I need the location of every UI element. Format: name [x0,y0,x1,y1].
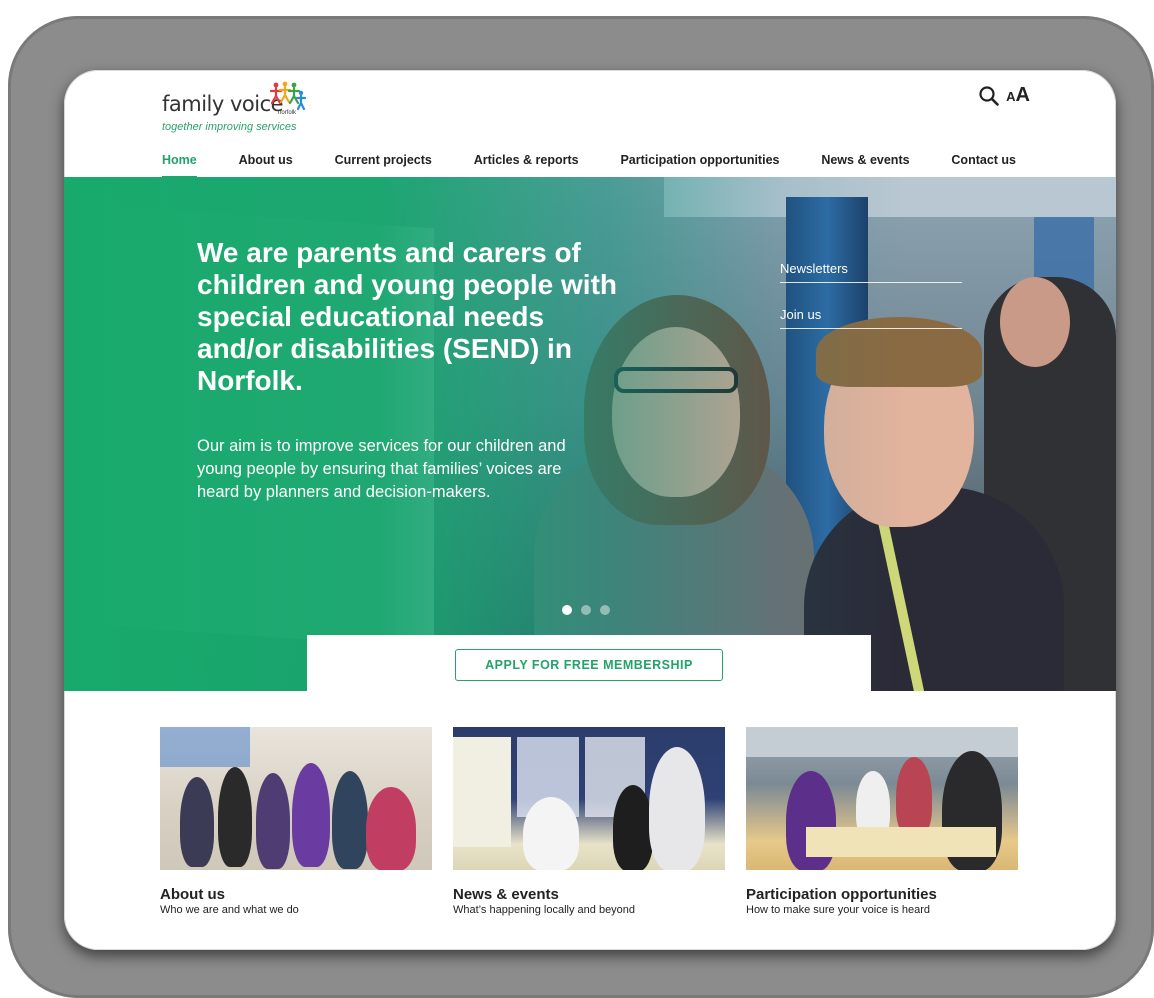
search-icon[interactable] [978,85,1000,107]
site-logo[interactable]: family voice norfolk together improving … [162,80,312,138]
header-tools: AA [978,84,1030,107]
card-title[interactable]: News & events [453,886,725,903]
card-image-stall-photo[interactable] [453,727,725,870]
nav-about-us[interactable]: About us [239,150,293,178]
slider-dots [562,605,610,615]
card-about-us[interactable]: About us Who we are and what we do [160,727,432,916]
logo-subtitle: norfolk [278,110,297,116]
nav-news-events[interactable]: News & events [821,150,909,178]
logo-tagline: together improving services [162,121,297,133]
card-title[interactable]: Participation opportunities [746,886,1018,903]
slide-dot-2[interactable] [581,605,591,615]
card-description: How to make sure your voice is heard [746,904,931,916]
nav-home[interactable]: Home [162,150,197,178]
hero-banner: We are parents and carers of children an… [64,177,1116,691]
join-us-link[interactable]: Join us [780,307,962,329]
card-title[interactable]: About us [160,886,432,903]
nav-participation[interactable]: Participation opportunities [620,150,779,178]
hero-description: Our aim is to improve services for our c… [197,437,566,501]
people-figures-icon [270,81,306,110]
browser-screen: family voice norfolk together improving … [64,70,1116,950]
slide-dot-1[interactable] [562,605,572,615]
apply-membership-button[interactable]: APPLY FOR FREE MEMBERSHIP [455,649,723,681]
nav-current-projects[interactable]: Current projects [335,150,432,178]
hero-side-links: Newsletters Join us [780,261,962,353]
text-size-large: A [1015,84,1030,106]
main-nav: Home About us Current projects Articles … [162,150,1016,178]
card-image-group-photo[interactable] [160,727,432,870]
nav-contact-us[interactable]: Contact us [951,150,1016,178]
text-size-toggle[interactable]: AA [1006,84,1030,107]
text-size-small: A [1006,89,1016,104]
card-news-events[interactable]: News & events What’s happening locally a… [453,727,725,916]
card-image-event-photo[interactable] [746,727,1018,870]
hero-heading: We are parents and carers of children an… [197,237,618,396]
card-participation[interactable]: Participation opportunities How to make … [746,727,1018,916]
newsletters-link[interactable]: Newsletters [780,261,962,283]
cta-panel: APPLY FOR FREE MEMBERSHIP [307,635,871,691]
logo-wordmark: family voice [162,92,284,116]
nav-articles-reports[interactable]: Articles & reports [474,150,579,178]
card-description: Who we are and what we do [160,904,299,916]
feature-cards: About us Who we are and what we do News … [160,727,1018,916]
card-description: What’s happening locally and beyond [453,904,636,916]
slide-dot-3[interactable] [600,605,610,615]
